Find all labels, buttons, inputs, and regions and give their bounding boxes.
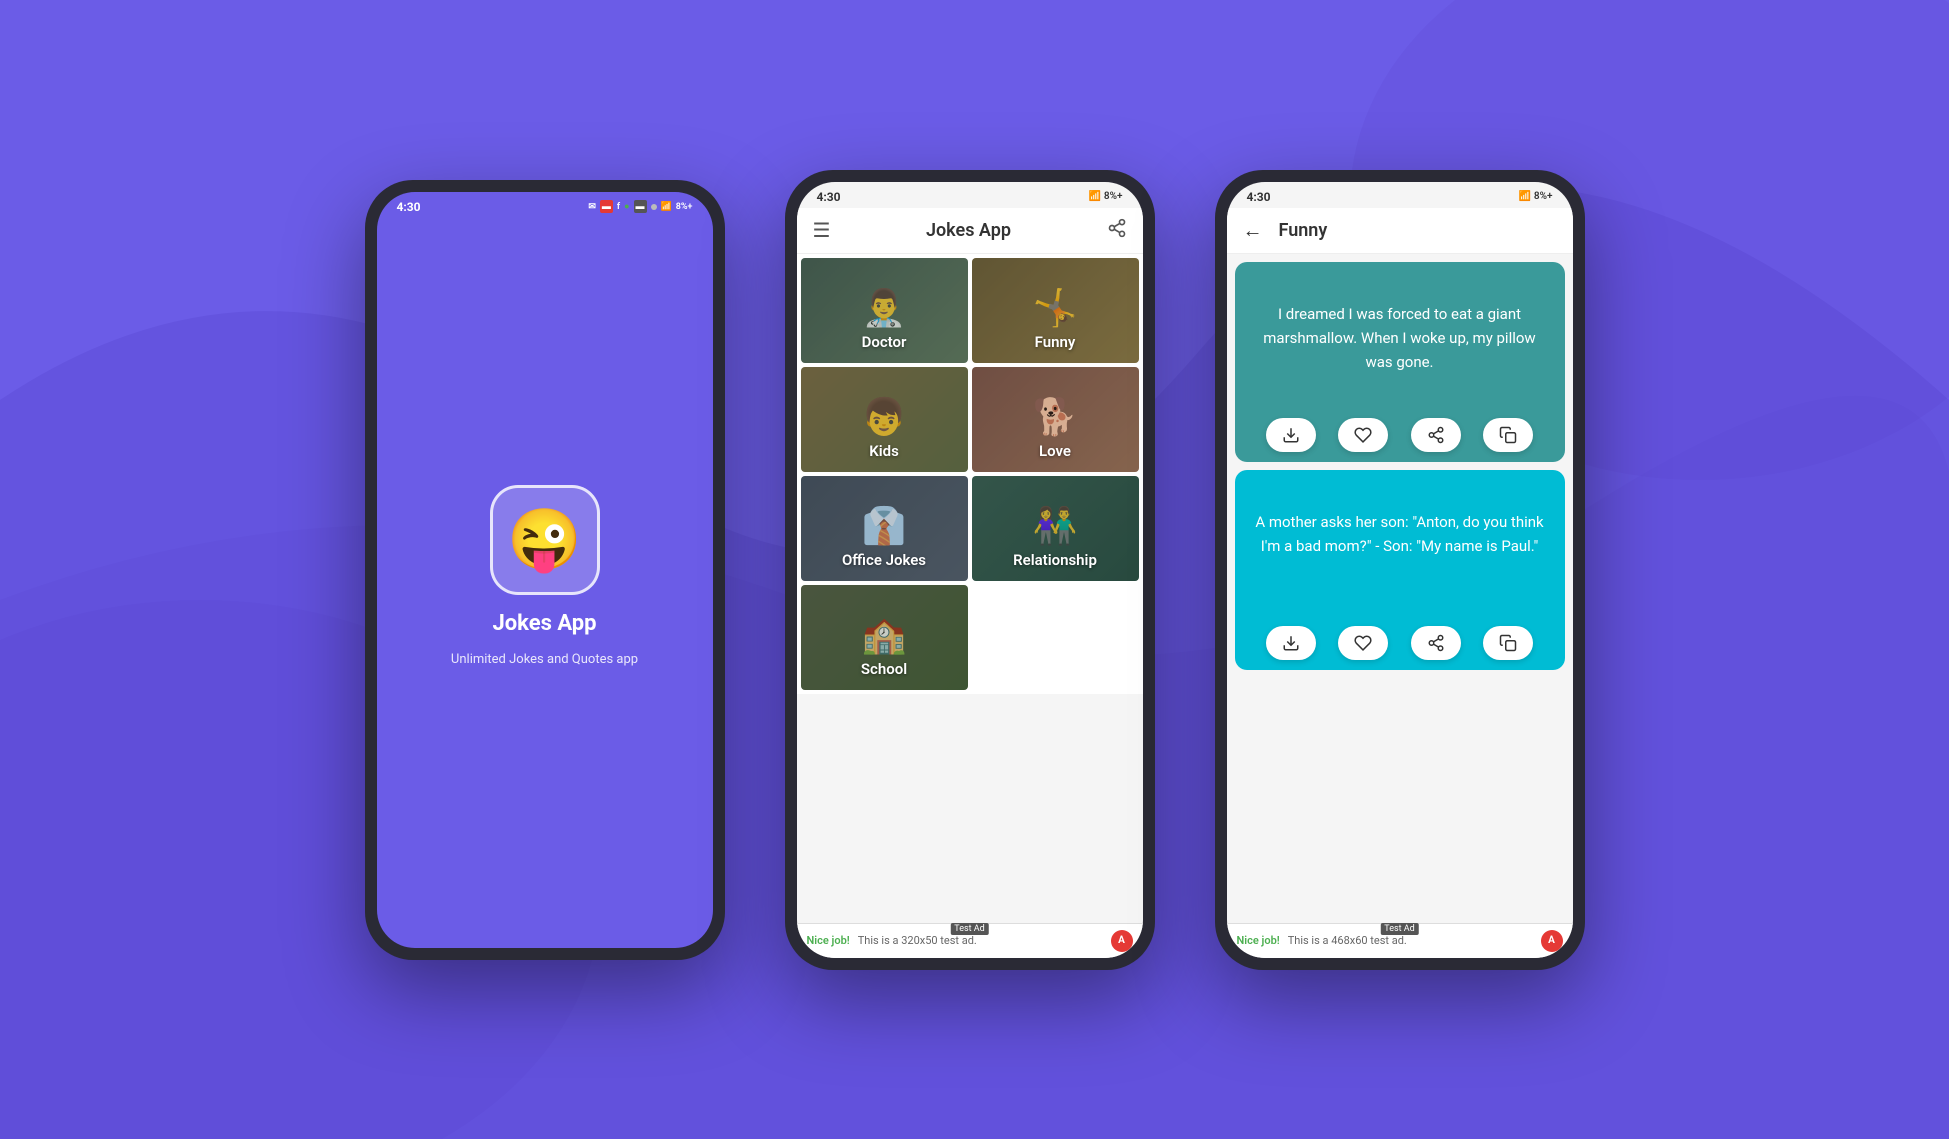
back-button[interactable]: ← — [1243, 218, 1263, 243]
status-bar-phone1: 4:30 ✉ ▬ f ● ▬ 📶 8%+ — [377, 192, 713, 218]
ad-badge-phone2: Test Ad — [950, 923, 988, 935]
ad-logo-phone3: A — [1541, 930, 1563, 952]
category-label-relationship: Relationship — [972, 551, 1139, 569]
splash-content: 😜 Jokes App Unlimited Jokes and Quotes a… — [377, 218, 713, 934]
notif-dot — [651, 204, 657, 210]
category-school[interactable]: 🏫 School — [801, 585, 968, 690]
joke-text-2: A mother asks her son: "Anton, do you th… — [1251, 490, 1549, 558]
ad-banner-phone3: Test Ad Nice job! This is a 468x60 test … — [1227, 923, 1573, 958]
detail-toolbar: ← Funny — [1227, 208, 1573, 254]
download-btn-1[interactable] — [1266, 418, 1316, 452]
app-subtitle-splash: Unlimited Jokes and Quotes app — [451, 652, 638, 667]
category-kids[interactable]: 👦 Kids — [801, 367, 968, 472]
joke-card-1: I dreamed I was forced to eat a giant ma… — [1235, 262, 1565, 462]
category-love[interactable]: 🐕 Love — [972, 367, 1139, 472]
heart-btn-1[interactable] — [1338, 418, 1388, 452]
category-office[interactable]: 👔 Office Jokes — [801, 476, 968, 581]
joke-card-2: A mother asks her son: "Anton, do you th… — [1235, 470, 1565, 670]
ad-banner-phone2: Test Ad Nice job! This is a 320x50 test … — [797, 923, 1143, 958]
status-icons-phone2: 📶 8%+ — [1088, 191, 1122, 202]
time-phone2: 4:30 — [817, 190, 841, 204]
joke-actions-1 — [1235, 418, 1565, 452]
cat-figure-school: 🏫 — [862, 614, 907, 656]
share-btn-2[interactable] — [1411, 626, 1461, 660]
copy-btn-2[interactable] — [1483, 626, 1533, 660]
cat-figure-doctor: 👨‍⚕️ — [862, 287, 907, 329]
category-label-doctor: Doctor — [801, 333, 968, 351]
cat-figure-love: 🐕 — [1033, 396, 1078, 438]
download-btn-2[interactable] — [1266, 626, 1316, 660]
ad-text-phone2: This is a 320x50 test ad. — [858, 934, 977, 947]
joke-scroll[interactable]: I dreamed I was forced to eat a giant ma… — [1227, 254, 1573, 938]
status-icons-phone3: 📶 8%+ — [1518, 191, 1552, 202]
cat-figure-funny: 🤸 — [1033, 287, 1078, 329]
cat-figure-relationship: 👫 — [1033, 505, 1078, 547]
app-icon-splash: 😜 — [490, 485, 600, 595]
ad-nicejob-phone3: Nice job! — [1237, 934, 1280, 947]
category-label-funny: Funny — [972, 333, 1139, 351]
status-bar-phone3: 4:30 📶 8%+ — [1227, 182, 1573, 208]
cat-figure-kids: 👦 — [862, 396, 907, 438]
category-relationship[interactable]: 👫 Relationship — [972, 476, 1139, 581]
phone-detail: 4:30 📶 8%+ ← Funny I dreamed I was force… — [1215, 170, 1585, 970]
detail-screen: 4:30 📶 8%+ ← Funny I dreamed I was force… — [1227, 182, 1573, 958]
category-funny[interactable]: 🤸 Funny — [972, 258, 1139, 363]
category-doctor[interactable]: 👨‍⚕️ Doctor — [801, 258, 968, 363]
detail-toolbar-title: Funny — [1279, 220, 1328, 241]
category-toolbar: ☰ Jokes App — [797, 208, 1143, 254]
category-label-love: Love — [972, 442, 1139, 460]
ad-text-phone3: This is a 468x60 test ad. — [1288, 934, 1407, 947]
copy-btn-1[interactable] — [1483, 418, 1533, 452]
notification-icons: ✉ ▬ f ● ▬ 📶 8%+ — [588, 200, 692, 213]
app-title-splash: Jokes App — [492, 611, 596, 636]
phone-splash: 4:30 ✉ ▬ f ● ▬ 📶 8%+ 😜 Jokes App — [365, 180, 725, 960]
joke-text-1: I dreamed I was forced to eat a giant ma… — [1251, 282, 1549, 374]
menu-icon[interactable]: ☰ — [813, 218, 831, 242]
categories-screen: 4:30 📶 8%+ ☰ Jokes App — [797, 182, 1143, 958]
category-grid: 👨‍⚕️ Doctor 🤸 Funny 👦 Kids — [797, 254, 1143, 694]
ad-nicejob-phone2: Nice job! — [807, 934, 850, 947]
share-btn-1[interactable] — [1411, 418, 1461, 452]
cat-figure-office: 👔 — [862, 505, 907, 547]
phone-categories: 4:30 📶 8%+ ☰ Jokes App — [785, 170, 1155, 970]
category-label-kids: Kids — [801, 442, 968, 460]
category-label-office: Office Jokes — [801, 551, 968, 569]
ad-logo-phone2: A — [1111, 930, 1133, 952]
heart-btn-2[interactable] — [1338, 626, 1388, 660]
phones-container: 4:30 ✉ ▬ f ● ▬ 📶 8%+ 😜 Jokes App — [365, 170, 1585, 970]
time-phone3: 4:30 — [1247, 190, 1271, 204]
time-phone1: 4:30 — [397, 200, 421, 214]
joke-actions-2 — [1235, 626, 1565, 660]
toolbar-title: Jokes App — [926, 220, 1011, 241]
emoji-face: 😜 — [507, 504, 582, 575]
category-label-school: School — [801, 660, 968, 678]
splash-screen: 4:30 ✉ ▬ f ● ▬ 📶 8%+ 😜 Jokes App — [377, 192, 713, 948]
ad-badge-phone3: Test Ad — [1380, 923, 1418, 935]
status-bar-phone2: 4:30 📶 8%+ — [797, 182, 1143, 208]
share-icon[interactable] — [1107, 218, 1127, 243]
